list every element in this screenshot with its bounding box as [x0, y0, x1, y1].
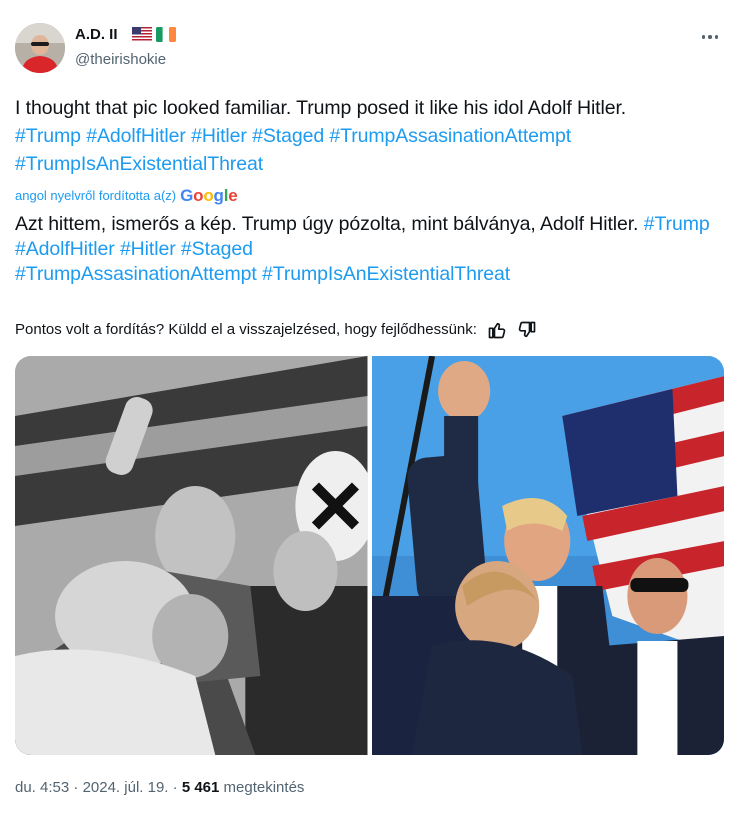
thumbs-down-icon[interactable] — [517, 320, 537, 340]
hashtag[interactable]: #Trump — [644, 213, 710, 235]
flags — [132, 27, 176, 42]
translated-text: Azt hittem, ismerős a kép. Trump úgy póz… — [15, 212, 725, 287]
avatar-image — [15, 23, 65, 73]
more-options-icon[interactable] — [695, 27, 725, 47]
translated-body: Azt hittem, ismerős a kép. Trump úgy póz… — [15, 213, 639, 235]
us-flag-icon — [132, 27, 152, 42]
feedback-question: Pontos volt a fordítás? Küldd el a vissz… — [15, 321, 477, 338]
view-count: 5 461 — [181, 779, 220, 796]
hashtag[interactable]: #TrumpAssasinationAttempt — [15, 263, 257, 285]
photo-right[interactable] — [371, 356, 724, 755]
translated-by[interactable]: angol nyelvről fordította a(z) Google — [15, 186, 238, 206]
author-name[interactable]: A.D. II — [75, 25, 118, 45]
hashtag[interactable]: #TrumpIsAnExistentialThreat — [262, 263, 510, 285]
hashtag[interactable]: #TrumpIsAnExistentialThreat — [15, 153, 263, 175]
hashtag[interactable]: #Hitler — [120, 238, 176, 260]
photo-left-image — [15, 356, 368, 755]
author-handle[interactable]: @theirishokie — [75, 50, 166, 70]
hashtag[interactable]: #Trump — [15, 125, 81, 147]
tweet-date[interactable]: 2024. júl. 19. — [83, 779, 169, 796]
views-label: megtekintés — [223, 779, 305, 796]
tweet-time[interactable]: du. 4:53 — [15, 779, 69, 796]
hashtag[interactable]: #Staged — [181, 238, 253, 260]
google-logo: Google — [180, 186, 238, 205]
ireland-flag-icon — [156, 27, 176, 42]
meta-separator: · — [172, 779, 178, 796]
hashtag[interactable]: #Hitler — [191, 125, 247, 147]
hashtag[interactable]: #TrumpAssasinationAttempt — [329, 125, 571, 147]
tweet: A.D. II @theirishokie I thought that pic… — [0, 0, 739, 816]
translation-feedback: Pontos volt a fordítás? Küldd el a vissz… — [15, 319, 537, 341]
hashtag[interactable]: #Staged — [252, 125, 324, 147]
hashtag[interactable]: #AdolfHitler — [86, 125, 186, 147]
hashtag[interactable]: #AdolfHitler — [15, 238, 115, 260]
tweet-meta: du. 4:53 · 2024. júl. 19. · 5 461 megtek… — [15, 778, 304, 798]
media-grid — [15, 356, 724, 755]
thumbs-up-icon[interactable] — [487, 320, 507, 340]
meta-separator: · — [73, 779, 79, 796]
photo-left[interactable] — [15, 356, 368, 755]
avatar[interactable] — [15, 23, 65, 73]
tweet-text: I thought that pic looked familiar. Trum… — [15, 94, 725, 178]
tweet-body: I thought that pic looked familiar. Trum… — [15, 97, 627, 119]
translated-by-label: angol nyelvről fordította a(z) — [15, 188, 177, 203]
photo-right-image — [371, 356, 724, 755]
